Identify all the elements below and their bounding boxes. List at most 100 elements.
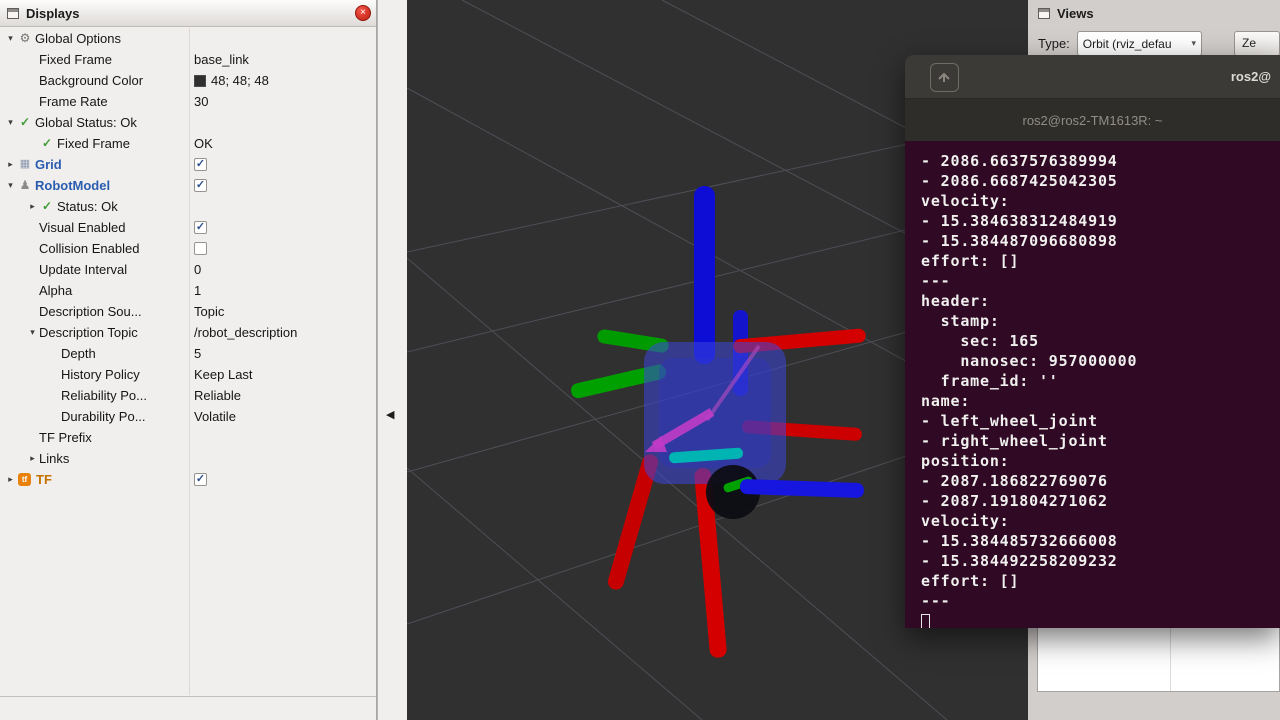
property-name-cell: Update Interval: [0, 259, 189, 280]
expand-arrow-icon[interactable]: ▸: [26, 196, 39, 217]
terminal-line: stamp:: [921, 311, 1280, 331]
terminal-line: header:: [921, 291, 1280, 311]
property-value-cell[interactable]: Reliable: [189, 385, 376, 406]
gear-icon: ⚙: [17, 28, 33, 49]
property-label: Fixed Frame: [57, 133, 130, 154]
property-name-cell: Collision Enabled: [0, 238, 189, 259]
tree-row[interactable]: Frame Rate30: [0, 91, 376, 112]
tree-row[interactable]: Update Interval0: [0, 259, 376, 280]
terminal-line: ---: [921, 591, 1280, 611]
property-name-cell: Reliability Po...: [0, 385, 189, 406]
property-value-cell[interactable]: 0: [189, 259, 376, 280]
tree-row[interactable]: ▸▦Grid✓: [0, 154, 376, 175]
property-name-cell: TF Prefix: [0, 427, 189, 448]
tree-row[interactable]: ▸✓Status: Ok: [0, 196, 376, 217]
views-header[interactable]: Views: [1028, 0, 1280, 23]
chevron-down-icon: ▾: [1191, 38, 1196, 49]
tree-row[interactable]: Visual Enabled✓: [0, 217, 376, 238]
terminal-line: - 2086.6637576389994: [921, 151, 1280, 171]
property-value-cell[interactable]: 1: [189, 280, 376, 301]
tree-row[interactable]: TF Prefix: [0, 427, 376, 448]
tree-row[interactable]: ▾♟RobotModel✓: [0, 175, 376, 196]
property-value-cell[interactable]: 48; 48; 48: [189, 70, 376, 91]
tree-row[interactable]: Reliability Po... Reliable: [0, 385, 376, 406]
property-value: Keep Last: [194, 364, 253, 385]
check-icon: ✓: [17, 112, 33, 133]
terminal-line: - 2087.191804271062: [921, 491, 1280, 511]
tree-row[interactable]: Alpha1: [0, 280, 376, 301]
property-value-cell: [189, 427, 376, 448]
collapse-arrow-icon[interactable]: ▾: [4, 112, 17, 133]
property-value-cell[interactable]: ✓: [189, 469, 376, 490]
panel-splitter[interactable]: ◀: [378, 0, 407, 720]
checkbox-checked[interactable]: ✓: [194, 473, 207, 486]
property-value-cell[interactable]: /robot_description: [189, 322, 376, 343]
terminal-tab-title[interactable]: ros2@ros2-TM1613R: ~: [1023, 113, 1163, 128]
tree-row[interactable]: ▸tfTF ✓: [0, 469, 376, 490]
tree-row[interactable]: Description Sou...Topic: [0, 301, 376, 322]
tree-row[interactable]: ▾⚙Global Options: [0, 28, 376, 49]
collapse-arrow-icon[interactable]: ▾: [26, 322, 39, 343]
terminal-line: sec: 165: [921, 331, 1280, 351]
property-name-cell: ▸Links: [0, 448, 189, 469]
property-label: Fixed Frame: [39, 49, 112, 70]
tree-row[interactable]: Fixed Frame base_link: [0, 49, 376, 70]
close-panel-button[interactable]: ×: [355, 5, 371, 21]
property-name-cell: Durability Po...: [0, 406, 189, 427]
expand-arrow-icon[interactable]: ▸: [26, 448, 39, 469]
tree-row[interactable]: ▾✓Global Status: Ok: [0, 112, 376, 133]
property-label: Background Color: [39, 70, 143, 91]
terminal-cursor: [921, 614, 930, 629]
view-type-combobox[interactable]: Orbit (rviz_defau ▾: [1077, 31, 1202, 56]
property-value: 5: [194, 343, 201, 364]
terminal-line: - left_wheel_joint: [921, 411, 1280, 431]
tree-row[interactable]: History PolicyKeep Last: [0, 364, 376, 385]
checkbox-unchecked[interactable]: [194, 242, 207, 255]
property-value: 1: [194, 280, 201, 301]
property-value-cell[interactable]: Keep Last: [189, 364, 376, 385]
checkbox-checked[interactable]: ✓: [194, 158, 207, 171]
property-value-cell[interactable]: 30: [189, 91, 376, 112]
terminal-titlebar[interactable]: ros2@: [905, 55, 1280, 99]
terminal-line: - 2086.6687425042305: [921, 171, 1280, 191]
column-divider[interactable]: [189, 28, 190, 695]
property-name-cell: ▾⚙Global Options: [0, 28, 189, 49]
collapse-arrow-icon[interactable]: ▾: [4, 28, 17, 49]
property-value-cell[interactable]: ✓: [189, 154, 376, 175]
tree-row[interactable]: Durability Po...Volatile: [0, 406, 376, 427]
tree-row[interactable]: Background Color 48; 48; 48: [0, 70, 376, 91]
tree-row[interactable]: Collision Enabled: [0, 238, 376, 259]
property-value: Reliable: [194, 385, 241, 406]
property-value-cell[interactable]: base_link: [189, 49, 376, 70]
check-icon: ✓: [39, 196, 55, 217]
property-name-cell: Alpha: [0, 280, 189, 301]
checkbox-checked[interactable]: ✓: [194, 221, 207, 234]
check-icon: ✓: [39, 133, 55, 154]
property-value-cell[interactable]: ✓: [189, 175, 376, 196]
new-tab-button[interactable]: [930, 63, 959, 92]
tree-row[interactable]: Depth5: [0, 343, 376, 364]
property-name-cell: ▸tfTF: [0, 469, 189, 490]
property-value-cell[interactable]: [189, 238, 376, 259]
terminal-tabbar[interactable]: ros2@ros2-TM1613R: ~: [905, 99, 1280, 141]
zero-button[interactable]: Ze: [1234, 31, 1280, 56]
property-value-cell[interactable]: 5: [189, 343, 376, 364]
property-value-cell[interactable]: Topic: [189, 301, 376, 322]
displays-titlebar[interactable]: Displays ×: [0, 0, 376, 27]
expand-arrow-icon[interactable]: ▸: [4, 154, 17, 175]
property-value-cell[interactable]: ✓: [189, 217, 376, 238]
tree-row[interactable]: ✓Fixed Frame OK: [0, 133, 376, 154]
collapse-arrow-icon[interactable]: ▾: [4, 175, 17, 196]
property-label: Reliability Po...: [61, 385, 147, 406]
new-tab-arrow-icon: [937, 70, 952, 85]
expand-arrow-icon[interactable]: ▸: [4, 469, 17, 490]
checkbox-checked[interactable]: ✓: [194, 179, 207, 192]
terminal-line: velocity:: [921, 191, 1280, 211]
property-value-cell[interactable]: Volatile: [189, 406, 376, 427]
tree-row[interactable]: ▾Description Topic/robot_description: [0, 322, 376, 343]
panel-bottom-divider: [0, 696, 376, 697]
tree-row[interactable]: ▸Links: [0, 448, 376, 469]
terminal-output[interactable]: - 2086.6637576389994- 2086.6687425042305…: [905, 141, 1280, 628]
hide-panel-arrow-icon[interactable]: ◀: [386, 408, 394, 421]
property-value-cell[interactable]: OK: [189, 133, 376, 154]
